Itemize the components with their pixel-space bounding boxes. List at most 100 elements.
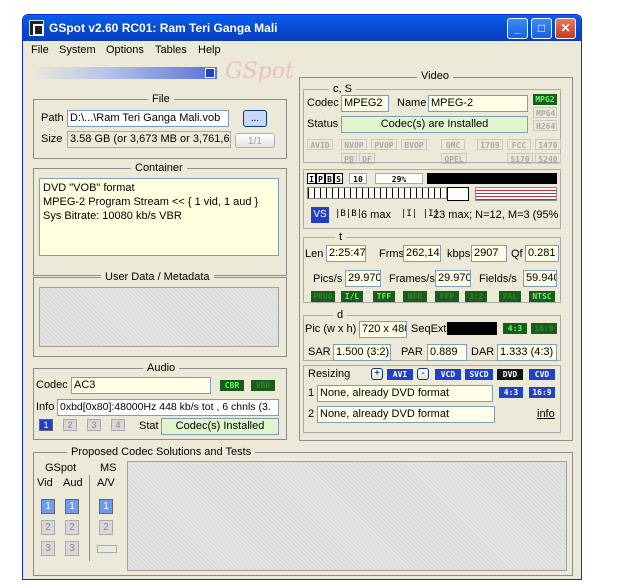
- arrow-left-icon[interactable]: [447, 187, 469, 201]
- userdata-box: [39, 287, 279, 347]
- resize-avi-tag[interactable]: AVI: [387, 369, 413, 380]
- mode-pal: PAL: [499, 291, 521, 302]
- resize-row-2-num: 2: [308, 408, 315, 420]
- userdata-group-title: User Data / Metadata: [101, 271, 214, 283]
- av-1-button[interactable]: 1: [99, 499, 113, 514]
- audio-info-field[interactable]: 0xbd[0x80]:48000Hz 448 kb/s tot , 6 chnl…: [57, 399, 279, 416]
- aud-1-button[interactable]: 1: [65, 499, 79, 514]
- audio-num-4[interactable]: 4: [111, 419, 125, 431]
- aud-2-button[interactable]: 2: [65, 520, 79, 535]
- pic-field[interactable]: 720 x 480: [359, 321, 407, 338]
- b-symbol: |B|B|: [335, 209, 363, 219]
- flag-qpel: QPEL: [441, 153, 467, 164]
- resize-169-tag: 16:9: [529, 387, 555, 398]
- info-link[interactable]: info: [537, 408, 555, 420]
- resize-svcd-tag[interactable]: SVCD: [465, 369, 493, 380]
- flags-area: AVID NVOP PVOP BVOP GMC I709 FCC I470 PB…: [305, 139, 561, 165]
- proposed-group-title: Proposed Codec Solutions and Tests: [67, 446, 256, 458]
- progress-end-block: [205, 68, 215, 78]
- menu-file[interactable]: File: [31, 44, 49, 56]
- vid-1-button[interactable]: 1: [41, 499, 55, 514]
- container-text: DVD "VOB" format MPEG-2 Program Stream <<…: [39, 178, 279, 256]
- frames-field[interactable]: 29.970: [435, 270, 471, 287]
- file-group: [33, 99, 287, 159]
- resize-row-2-field[interactable]: None, already DVD format: [317, 406, 495, 423]
- h264-tag: H264: [533, 120, 557, 131]
- path-field[interactable]: D:\...\Ram Teri Ganga Mali.vob: [67, 110, 229, 127]
- par-label: PAR: [401, 346, 423, 358]
- resize-cvd-tag[interactable]: CVD: [529, 369, 555, 380]
- frms-field[interactable]: 262,143: [403, 245, 441, 262]
- resize-plus-button[interactable]: +: [371, 368, 383, 380]
- audio-num-1[interactable]: 1: [39, 419, 53, 431]
- audio-group-title: Audio: [143, 362, 180, 374]
- flag-i470: I470: [535, 139, 561, 150]
- audio-num-3[interactable]: 3: [87, 419, 101, 431]
- video-name-field[interactable]: MPEG-2: [428, 95, 528, 112]
- progress-gradient: [31, 67, 217, 79]
- ipbs-i: I: [307, 173, 316, 184]
- ipbs-p: P: [316, 173, 325, 184]
- video-codec-field[interactable]: MPEG2: [341, 95, 389, 112]
- par-field[interactable]: 0.889: [427, 344, 467, 361]
- audio-info-label: Info: [36, 401, 55, 413]
- av-3-slot: [97, 545, 117, 553]
- gspot-logo: GSpot: [225, 59, 294, 84]
- close-button[interactable]: ✕: [555, 18, 576, 39]
- dar-field[interactable]: 1.333 (4:3): [497, 344, 557, 361]
- resize-dvd-tag[interactable]: DVD: [497, 369, 523, 380]
- flag-pb: PB: [341, 153, 357, 164]
- main-window: GSpot v2.60 RC01: Ram Teri Ganga Mali _ …: [22, 14, 582, 580]
- resize-minus-button[interactable]: -: [417, 368, 429, 380]
- menu-options[interactable]: Options: [106, 44, 144, 56]
- menu-help[interactable]: Help: [198, 44, 221, 56]
- file-counter[interactable]: 1/1: [235, 133, 275, 148]
- vid-2-button[interactable]: 2: [41, 520, 55, 535]
- app-icon[interactable]: [29, 20, 44, 36]
- sar-field[interactable]: 1.500 (3:2): [333, 344, 391, 361]
- video-status-label: Status: [307, 118, 339, 130]
- kbps-field[interactable]: 2907: [471, 245, 507, 262]
- audio-num-2[interactable]: 2: [63, 419, 77, 431]
- vid-3-button[interactable]: 3: [41, 541, 55, 556]
- mode-bfr: BFR: [403, 291, 427, 302]
- mode-tff: TFF: [373, 291, 395, 302]
- flag-bvop: BVOP: [401, 139, 427, 150]
- cs-label: c, S: [329, 83, 356, 95]
- title-bar[interactable]: GSpot v2.60 RC01: Ram Teri Ganga Mali _ …: [23, 15, 581, 41]
- mode-ntsc: NTSC: [529, 291, 555, 302]
- menu-system[interactable]: System: [59, 44, 96, 56]
- flag-df: DF: [359, 153, 375, 164]
- frames-label: Frames/s: [389, 273, 435, 285]
- audio-stat-field: Codec(s) Installed: [161, 418, 279, 435]
- resize-row-1-num: 1: [308, 387, 315, 399]
- vid-col-label: Vid: [37, 477, 53, 489]
- kbps-label: kbps: [447, 248, 471, 260]
- flag-i709: I709: [477, 139, 503, 150]
- fields-field[interactable]: 59.940: [523, 270, 557, 287]
- proposed-divider: [89, 475, 90, 561]
- qf-label: Qf: [511, 248, 523, 260]
- resize-vcd-tag[interactable]: VCD: [435, 369, 461, 380]
- resize-row-1-field[interactable]: None, already DVD format: [317, 385, 493, 402]
- qf-field[interactable]: 0.281: [525, 245, 559, 262]
- maximize-button[interactable]: □: [531, 18, 552, 39]
- audio-codec-field[interactable]: AC3: [71, 377, 211, 394]
- browse-button[interactable]: ...: [243, 110, 267, 127]
- pics-field[interactable]: 29.970: [345, 270, 381, 287]
- mode-il: I/L: [341, 291, 363, 302]
- flag-s240: S240: [535, 153, 561, 164]
- flag-pvop: PVOP: [371, 139, 397, 150]
- minimize-button[interactable]: _: [507, 18, 528, 39]
- av-2-button[interactable]: 2: [99, 520, 113, 535]
- ms-col-label: MS: [100, 462, 117, 474]
- frame-pattern-bar: [307, 187, 447, 199]
- len-field[interactable]: 2:25:47: [326, 245, 366, 262]
- aud-3-button[interactable]: 3: [65, 541, 79, 556]
- len-label: Len: [305, 248, 324, 260]
- gop-vs-icon[interactable]: VS: [311, 207, 329, 223]
- container-group-title: Container: [131, 162, 187, 174]
- menu-tables[interactable]: Tables: [155, 44, 187, 56]
- frms-label: Frms: [379, 248, 405, 260]
- mode-32: 3:2: [465, 291, 487, 302]
